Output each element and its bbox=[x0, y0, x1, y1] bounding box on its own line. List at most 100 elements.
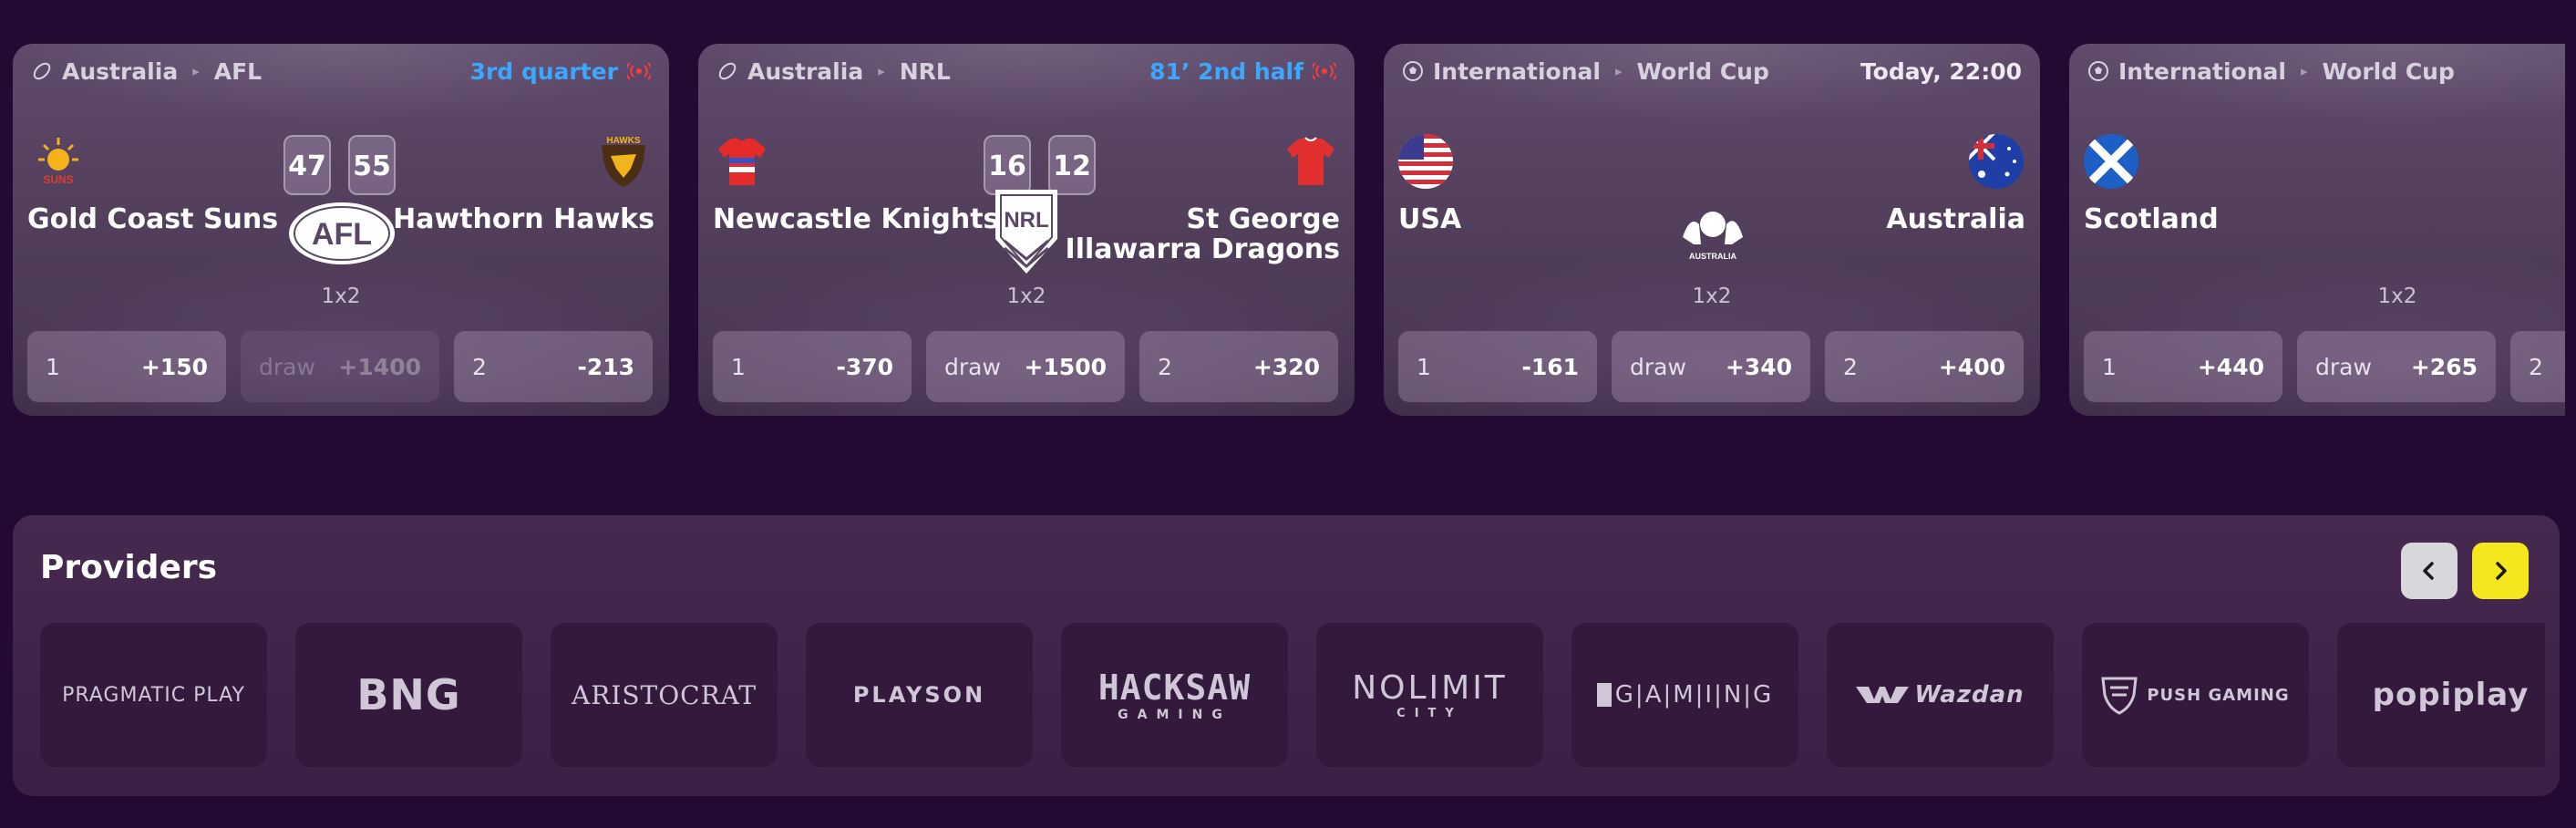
provider-name: Wazdan bbox=[1914, 681, 2025, 709]
match-card[interactable]: International ▸ World Cup To Scotland 1x… bbox=[2069, 44, 2565, 416]
odds-label: draw bbox=[259, 353, 315, 380]
odds-value: +320 bbox=[1252, 353, 1320, 380]
market-label: 1x2 bbox=[2377, 285, 2417, 308]
breadcrumb-separator: ▸ bbox=[1614, 63, 1623, 79]
provider-subname: GAMING bbox=[1118, 708, 1231, 722]
providers-title: Providers bbox=[40, 549, 218, 586]
team-logo-text: SUNS bbox=[43, 173, 73, 186]
team-logo-text: HAWKS bbox=[606, 136, 641, 146]
odds-button-draw[interactable]: draw +265 bbox=[2297, 331, 2496, 402]
wazdan-w-icon bbox=[1856, 687, 1910, 703]
match-card[interactable]: Australia ▸ NRL 81’ 2nd half Newcastle K… bbox=[698, 44, 1355, 416]
odds-value: +150 bbox=[140, 353, 208, 380]
home-team-name: Gold Coast Suns bbox=[27, 203, 279, 235]
odds-button-home[interactable]: 1 +440 bbox=[2084, 331, 2282, 402]
home-score: 47 bbox=[283, 135, 331, 195]
breadcrumb-separator: ▸ bbox=[878, 63, 885, 79]
provider-name: PRAGMATIC PLAY bbox=[62, 683, 245, 707]
provider-tile-gaming[interactable]: G|A|M|I|N|G bbox=[1571, 623, 1798, 767]
odds-label: 1 bbox=[2102, 353, 2117, 380]
away-team-name-line-1: St George bbox=[1186, 203, 1340, 235]
provider-tile-playson[interactable]: PLAYSON bbox=[806, 623, 1033, 767]
soccer-ball-icon bbox=[1403, 61, 1423, 81]
away-score: 55 bbox=[348, 135, 396, 195]
provider-tile-nolimit-city[interactable]: NOLIMIT CITY bbox=[1316, 623, 1543, 767]
st-george-jersey-icon bbox=[1287, 137, 1334, 185]
hawthorn-hawks-logo: HAWKS bbox=[602, 136, 645, 187]
provider-name: popiplay bbox=[2372, 677, 2530, 713]
odds-value: -370 bbox=[836, 353, 893, 380]
provider-name: ARISTOCRAT bbox=[571, 679, 757, 710]
odds-label: draw bbox=[2315, 353, 2372, 380]
odds-label: draw bbox=[944, 353, 1001, 380]
live-broadcast-icon bbox=[627, 62, 651, 80]
providers-next-button[interactable] bbox=[2472, 543, 2529, 599]
provider-subname: CITY bbox=[1396, 707, 1463, 720]
home-team-name: Scotland bbox=[2084, 203, 2219, 235]
match-card[interactable]: International ▸ World Cup Today, 22:00 U… bbox=[1384, 44, 2040, 416]
odds-button-home[interactable]: 1 +150 bbox=[27, 331, 226, 402]
match-card-header: International ▸ World Cup To bbox=[2087, 57, 2565, 86]
odds-button-home[interactable]: 1 -161 bbox=[1398, 331, 1597, 402]
odds-button-draw[interactable]: draw +340 bbox=[1612, 331, 1810, 402]
nrl-league-logo: NRL bbox=[995, 190, 1057, 274]
match-league: AFL bbox=[213, 57, 263, 85]
usa-flag-icon bbox=[1398, 134, 1453, 189]
australia-flag-icon bbox=[1969, 134, 2024, 189]
match-league: NRL bbox=[899, 57, 951, 85]
odds-button-away[interactable]: 2 bbox=[2510, 331, 2565, 402]
odds-label: 2 bbox=[472, 353, 487, 380]
odds-label: 2 bbox=[1158, 353, 1172, 380]
provider-tile-pragmatic-play[interactable]: PRAGMATIC PLAY bbox=[40, 623, 267, 767]
market-label: 1x2 bbox=[1006, 285, 1046, 308]
match-league: World Cup bbox=[1636, 57, 1769, 85]
away-team-name-line-2: Illawarra Dragons bbox=[1065, 233, 1340, 265]
odds-button-away[interactable]: 2 -213 bbox=[454, 331, 653, 402]
push-gaming-shield-icon bbox=[2101, 677, 2138, 715]
odds-label: draw bbox=[1630, 353, 1686, 380]
provider-logo-mark bbox=[1596, 683, 1612, 707]
odds-value: -161 bbox=[1521, 353, 1579, 380]
match-status: 3rd quarter bbox=[469, 57, 618, 85]
provider-name: HACKSAW bbox=[1097, 668, 1252, 708]
provider-tile-hacksaw-gaming[interactable]: HACKSAW GAMING bbox=[1061, 623, 1288, 767]
breadcrumb-separator: ▸ bbox=[2300, 63, 2308, 79]
provider-name: NOLIMIT bbox=[1352, 669, 1508, 707]
provider-tile-push-gaming[interactable]: PUSH GAMING bbox=[2082, 623, 2309, 767]
odds-button-draw[interactable]: draw +1400 bbox=[241, 331, 439, 402]
provider-name: G|A|M|I|N|G bbox=[1614, 681, 1774, 709]
provider-tile-popiplay[interactable]: popiplay bbox=[2337, 623, 2545, 767]
market-label: 1x2 bbox=[321, 285, 361, 308]
provider-tile-aristocrat[interactable]: ARISTOCRAT bbox=[551, 623, 778, 767]
odds-button-away[interactable]: 2 +400 bbox=[1825, 331, 2024, 402]
match-card[interactable]: Australia ▸ AFL 3rd quarter SUNS HAWKS G… bbox=[13, 44, 669, 416]
gold-coast-suns-logo: SUNS bbox=[38, 138, 78, 186]
odds-button-draw[interactable]: draw +1500 bbox=[926, 331, 1125, 402]
scotland-flag-icon bbox=[2084, 134, 2138, 189]
rugby-ball-icon bbox=[718, 62, 737, 80]
providers-carousel: PRAGMATIC PLAY BNG ARISTOCRAT PLAYSON HA… bbox=[40, 623, 2545, 769]
odds-label: 1 bbox=[1417, 353, 1431, 380]
away-team-name: Australia bbox=[1886, 203, 2025, 235]
provider-tile-bng[interactable]: BNG bbox=[295, 623, 522, 767]
odds-label: 1 bbox=[731, 353, 746, 380]
chevron-right-icon bbox=[2496, 562, 2507, 580]
league-logo-text: AUSTRALIA bbox=[1689, 252, 1736, 261]
odds-value: +1500 bbox=[1024, 353, 1107, 380]
odds-button-home[interactable]: 1 -370 bbox=[713, 331, 912, 402]
odds-button-away[interactable]: 2 +320 bbox=[1139, 331, 1338, 402]
home-team-name: Newcastle Knights bbox=[713, 203, 1000, 235]
soccer-ball-icon bbox=[2088, 61, 2108, 81]
provider-name: PUSH GAMING bbox=[2147, 685, 2290, 705]
odds-label: 2 bbox=[1843, 353, 1858, 380]
match-card-header: International ▸ World Cup Today, 22:00 bbox=[1402, 57, 2022, 86]
afl-league-logo: AFL bbox=[289, 202, 395, 264]
football-icon bbox=[33, 62, 51, 80]
australia-football-crest: AUSTRALIA bbox=[1683, 212, 1743, 261]
match-country: Australia bbox=[747, 57, 864, 85]
league-logo-text: NRL bbox=[1004, 208, 1048, 233]
providers-prev-button[interactable] bbox=[2401, 543, 2458, 599]
odds-value: +400 bbox=[1938, 353, 2005, 380]
provider-name: BNG bbox=[356, 670, 461, 719]
provider-tile-wazdan[interactable]: Wazdan bbox=[1827, 623, 2054, 767]
